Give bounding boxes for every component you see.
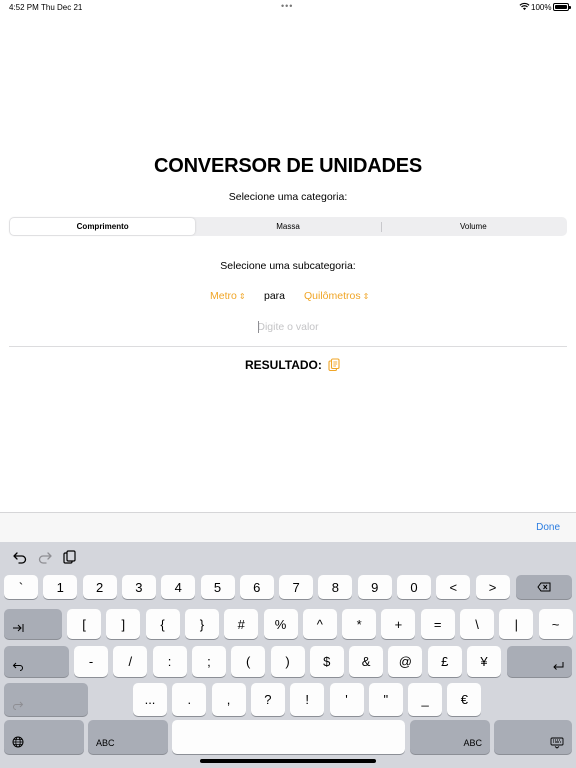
- tab-icon: [13, 624, 24, 632]
- to-unit-picker[interactable]: Quilômetros ⇕: [304, 290, 369, 302]
- redo-icon: [13, 701, 24, 710]
- key-char[interactable]: -: [74, 646, 108, 677]
- hide-keyboard-key[interactable]: [494, 720, 572, 754]
- wifi-icon: [519, 2, 530, 11]
- keyboard-accessory-bar: Done: [0, 512, 576, 542]
- multitasking-dots[interactable]: •••: [281, 1, 293, 11]
- key-char[interactable]: :: [152, 646, 187, 677]
- key-char[interactable]: }: [184, 609, 219, 639]
- key-char[interactable]: €: [447, 683, 482, 716]
- category-segmented-control[interactable]: Comprimento Massa Volume: [9, 217, 567, 236]
- key-char[interactable]: .: [172, 683, 207, 716]
- paste-icon[interactable]: [62, 549, 78, 565]
- key-char[interactable]: 7: [279, 575, 314, 599]
- key-char[interactable]: [: [67, 609, 101, 639]
- tab-key[interactable]: [4, 609, 62, 639]
- key-char[interactable]: ¥: [467, 646, 501, 677]
- status-date: Thu Dec 21: [41, 3, 83, 12]
- key-char[interactable]: *: [342, 609, 377, 639]
- key-char[interactable]: 3: [121, 575, 156, 599]
- key-char[interactable]: 4: [161, 575, 196, 599]
- done-button[interactable]: Done: [536, 522, 560, 533]
- key-char[interactable]: |: [499, 609, 534, 639]
- key-char[interactable]: ...: [133, 683, 167, 716]
- backspace-icon: [537, 582, 551, 592]
- abc-key-right[interactable]: ABC: [410, 720, 490, 754]
- chevron-up-down-icon: ⇕: [362, 292, 370, 301]
- subcategory-label: Selecione uma subcategoria:: [220, 260, 356, 272]
- segment-comprimento[interactable]: Comprimento: [10, 218, 196, 235]
- category-label: Selecione uma categoria:: [228, 191, 348, 203]
- key-char[interactable]: 6: [239, 575, 274, 599]
- key-char[interactable]: !: [290, 683, 325, 716]
- from-unit-value: Metro: [210, 290, 237, 302]
- key-char[interactable]: ;: [191, 646, 226, 677]
- key-char[interactable]: 8: [318, 575, 353, 599]
- key-char[interactable]: \: [460, 609, 494, 639]
- key-char[interactable]: ': [329, 683, 364, 716]
- result-label: RESULTADO:: [245, 358, 322, 372]
- key-char[interactable]: ~: [538, 609, 573, 639]
- key-char[interactable]: 1: [43, 575, 78, 599]
- key-char[interactable]: _: [408, 683, 443, 716]
- globe-key[interactable]: [4, 720, 84, 754]
- key-char[interactable]: &: [349, 646, 384, 677]
- divider: [9, 346, 567, 347]
- clipboard-copy-icon[interactable]: [328, 358, 340, 372]
- chevron-up-down-icon: ⇕: [238, 292, 246, 301]
- battery-icon: [553, 3, 571, 11]
- segment-volume[interactable]: Volume: [380, 218, 566, 235]
- status-bar: 4:52 PM Thu Dec 21 ••• 100%: [0, 0, 576, 16]
- key-char[interactable]: %: [263, 609, 298, 639]
- home-indicator: [200, 759, 376, 763]
- key-char[interactable]: +: [381, 609, 416, 639]
- abc-key-left[interactable]: ABC: [88, 720, 168, 754]
- status-time: 4:52 PM: [9, 3, 39, 12]
- to-unit-value: Quilômetros: [304, 290, 361, 302]
- battery-level: [555, 5, 567, 9]
- page-title: CONVERSOR DE UNIDADES: [153, 155, 423, 177]
- battery-percent: 100%: [531, 3, 552, 12]
- key-char[interactable]: $: [309, 646, 344, 677]
- return-icon: [553, 662, 564, 670]
- key-char[interactable]: `: [4, 575, 38, 599]
- key-char[interactable]: @: [388, 646, 423, 677]
- key-char[interactable]: 0: [397, 575, 431, 599]
- key-char[interactable]: ,: [211, 683, 246, 716]
- keyboard-assistant-bar: [0, 542, 576, 572]
- key-char[interactable]: >: [475, 575, 510, 599]
- keyboard-dismiss-icon: [550, 737, 564, 749]
- text-caret: [258, 321, 259, 333]
- undo-icon[interactable]: [12, 549, 28, 565]
- key-char[interactable]: #: [224, 609, 259, 639]
- key-char[interactable]: 9: [357, 575, 392, 599]
- key-char[interactable]: ?: [250, 683, 285, 716]
- para-label: para: [264, 290, 286, 302]
- key-char[interactable]: ]: [106, 609, 141, 639]
- globe-icon: [12, 736, 24, 748]
- space-key[interactable]: [172, 720, 405, 754]
- undo-key[interactable]: [4, 646, 69, 677]
- redo-icon[interactable]: [37, 549, 53, 565]
- key-char[interactable]: (: [231, 646, 266, 677]
- segment-massa[interactable]: Massa: [195, 218, 380, 235]
- key-char[interactable]: ): [270, 646, 305, 677]
- value-input[interactable]: [200, 319, 376, 335]
- key-char[interactable]: /: [113, 646, 148, 677]
- key-char[interactable]: ": [368, 683, 403, 716]
- key-char[interactable]: 5: [200, 575, 235, 599]
- key-char[interactable]: <: [436, 575, 471, 599]
- keyboard: ` 1 2 3 4 5 6 7 8 9 0 < > []{} #% ^ * + = \ | ~ - /:;() $ & @ £ ¥...…: [0, 542, 576, 768]
- redo-key[interactable]: [4, 683, 88, 716]
- delete-key[interactable]: [516, 575, 572, 599]
- undo-icon: [12, 662, 23, 671]
- return-key[interactable]: [507, 646, 572, 677]
- key-char[interactable]: ^: [302, 609, 337, 639]
- key-char[interactable]: £: [427, 646, 462, 677]
- key-char[interactable]: 2: [82, 575, 117, 599]
- key-char[interactable]: =: [420, 609, 455, 639]
- from-unit-picker[interactable]: Metro ⇕: [210, 290, 246, 302]
- key-char[interactable]: {: [145, 609, 180, 639]
